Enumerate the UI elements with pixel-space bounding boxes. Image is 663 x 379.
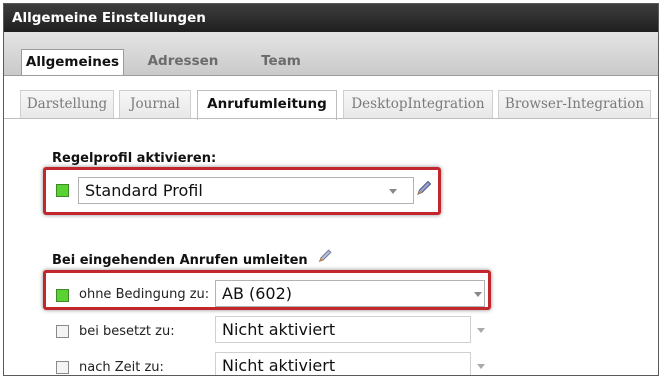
sub-tabbar: Darstellung Journal Anrufumleitung Deskt…	[4, 76, 658, 120]
rule-label-nach-zeit: nach Zeit zu:	[79, 360, 164, 375]
profile-select[interactable]: Standard Profil	[78, 177, 414, 204]
tab-journal[interactable]: Journal	[119, 90, 191, 118]
window-title: Allgemeine Einstellungen	[4, 4, 658, 32]
pencil-icon[interactable]	[414, 178, 434, 198]
tab-browser-integration[interactable]: Browser-Integration	[498, 90, 651, 118]
chevron-down-icon[interactable]	[477, 364, 485, 369]
tab-anrufumleitung[interactable]: Anrufumleitung	[197, 90, 337, 120]
rule-checkbox-bei-besetzt[interactable]	[56, 325, 69, 338]
chevron-down-icon[interactable]	[389, 189, 397, 194]
chevron-down-icon[interactable]	[477, 328, 485, 333]
anrufumleitung-panel: Regelprofil aktivieren: Standard Profil …	[4, 120, 658, 375]
tab-adressen[interactable]: Adressen	[138, 49, 228, 76]
forwarding-heading: Bei eingehenden Anrufen umleiten	[52, 253, 308, 268]
profile-checkbox[interactable]	[56, 184, 69, 197]
subtab-divider	[4, 118, 658, 119]
main-tabbar: Allgemeines Adressen Team	[4, 32, 658, 77]
rule-select-ohne-bedingung[interactable]: AB (602)	[215, 280, 485, 307]
rule-value-ohne-bedingung: AB (602)	[222, 284, 293, 303]
rule-select-bei-besetzt[interactable]: Nicht aktiviert	[215, 316, 485, 343]
tab-team[interactable]: Team	[248, 49, 314, 76]
rule-label-ohne-bedingung: ohne Bedingung zu:	[79, 287, 210, 302]
tab-allgemeines[interactable]: Allgemeines	[21, 49, 124, 77]
tab-desktopintegration[interactable]: DesktopIntegration	[343, 90, 493, 118]
pencil-icon[interactable]	[316, 247, 334, 265]
rule-value-nach-zeit: Nicht aktiviert	[222, 356, 336, 375]
chevron-down-icon[interactable]	[474, 292, 482, 297]
profile-heading: Regelprofil aktivieren:	[52, 151, 217, 166]
rule-checkbox-nach-zeit[interactable]	[56, 361, 69, 374]
rule-select-nach-zeit[interactable]: Nicht aktiviert	[215, 352, 485, 375]
rule-value-bei-besetzt: Nicht aktiviert	[222, 320, 336, 339]
profile-select-value: Standard Profil	[85, 181, 203, 200]
rule-checkbox-ohne-bedingung[interactable]	[56, 289, 69, 302]
settings-window: Allgemeine Einstellungen Allgemeines Adr…	[3, 3, 659, 376]
tab-darstellung[interactable]: Darstellung	[20, 90, 114, 118]
rule-label-bei-besetzt: bei besetzt zu:	[79, 324, 175, 339]
